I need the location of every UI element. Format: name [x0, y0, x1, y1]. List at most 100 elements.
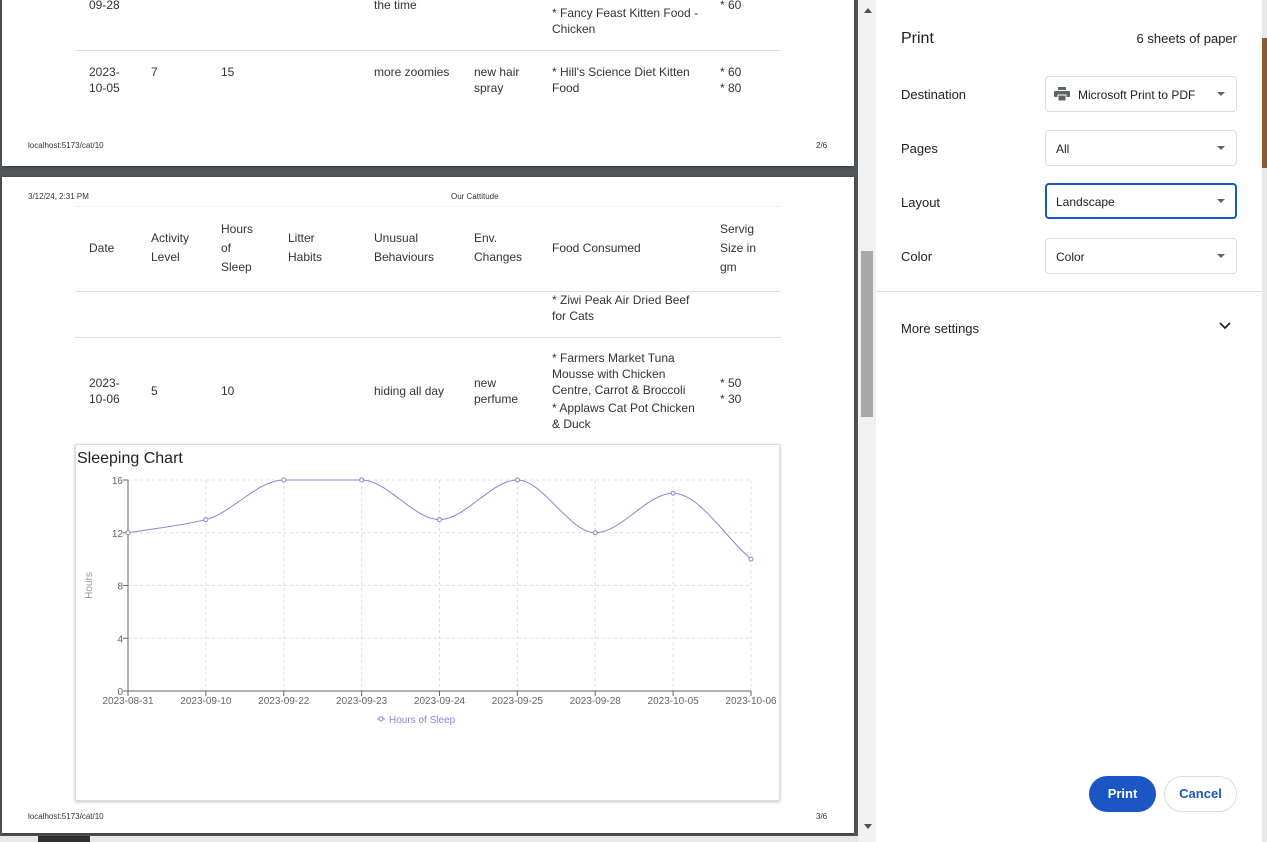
next-page-peek: [0, 836, 876, 842]
page-footer-number: 3/6: [816, 812, 828, 821]
scroll-up-arrow-icon[interactable]: [864, 8, 872, 13]
y-tick-label: 8: [117, 582, 123, 593]
destination-select[interactable]: Microsoft Print to PDF: [1045, 76, 1237, 112]
col-header-behaviours: Unusual Behaviours: [374, 231, 435, 264]
color-select[interactable]: Color: [1045, 238, 1237, 274]
data-point: [670, 490, 676, 496]
line-chart: 04812162023-08-31 2023-09-10 2023-09-22 202…: [84, 476, 777, 726]
row-activity: 5: [151, 384, 158, 398]
layout-value: Landscape: [1056, 195, 1115, 209]
data-point: [748, 556, 754, 562]
row-serving-1: * 60: [720, 65, 742, 79]
dropdown-caret-icon: [1217, 254, 1225, 258]
more-settings-toggle[interactable]: More settings: [901, 321, 979, 336]
dropdown-caret-icon: [1217, 146, 1225, 150]
color-label: Color: [901, 249, 933, 264]
chevron-down-icon[interactable]: [1219, 322, 1231, 330]
legend-marker: [378, 716, 384, 722]
background-window-edge: [1262, 0, 1267, 842]
layout-select[interactable]: Landscape: [1045, 183, 1237, 219]
dropdown-caret-icon: [1217, 199, 1225, 203]
x-tick-label: 2023-09-28: [570, 696, 622, 707]
scroll-down-arrow-icon[interactable]: [864, 824, 872, 829]
x-tick-label: 2023-10-06: [725, 696, 777, 707]
data-point: [203, 517, 209, 523]
data-point: [125, 530, 131, 536]
col-header-litter: Litter Habits: [288, 231, 323, 264]
destination-label: Destination: [901, 87, 967, 102]
row-food: * Hill's Science Diet Kitten Food: [552, 65, 690, 95]
row-env: new hair spray: [474, 65, 520, 95]
pages-value: All: [1056, 142, 1070, 156]
x-tick-label: 2023-09-22: [258, 696, 310, 707]
col-header-serving: Servig Size in gm: [720, 222, 757, 274]
row-date: 2023-10-06: [89, 376, 120, 406]
row-sleep: 15: [221, 65, 235, 79]
row-sleep: 10: [221, 384, 235, 398]
prev-row-serving: * 60: [720, 0, 742, 12]
y-tick-label: 12: [112, 529, 124, 540]
page-footer-url: localhost:5173/cat/10: [28, 812, 104, 821]
page-header-title: Our Cattitude: [451, 192, 499, 201]
x-tick-label: 2023-09-10: [180, 696, 232, 707]
print-settings-panel: Print 6 sheets of paper Destination Micr…: [876, 0, 1262, 842]
scroll-thumb[interactable]: [861, 251, 873, 417]
col-header-food: Food Consumed: [552, 241, 641, 255]
row-activity: 7: [151, 65, 158, 79]
data-point: [281, 477, 287, 483]
page-footer-url: localhost:5173/cat/10: [28, 141, 104, 150]
prev-row-behaviours: the time: [374, 0, 417, 12]
preview-page-3: 3/12/24, 2:31 PM Our Cattitude Date Acti…: [2, 177, 854, 833]
prev-row-date: 09-28: [89, 0, 120, 12]
row-behaviours: hiding all day: [374, 384, 445, 398]
data-point: [359, 477, 365, 483]
row-serving-1: * 50: [720, 376, 742, 390]
preview-scrollbar[interactable]: [858, 0, 876, 842]
x-tick-label: 2023-09-25: [492, 696, 544, 707]
x-tick-label: 2023-08-31: [102, 696, 154, 707]
row-serving-2: * 30: [720, 392, 742, 406]
col-header-env: Env. Changes: [474, 231, 523, 264]
col-header-activity: Activity Level: [151, 231, 190, 264]
dropdown-caret-icon: [1217, 92, 1225, 96]
preview-page-2: 09-28 the time * Fancy Feast Kitten Food…: [2, 0, 854, 166]
row-env: new perfume: [474, 376, 519, 406]
data-point: [514, 477, 520, 483]
sleeping-chart: Sleeping Chart 0 4 8 12 16 2023-08-31 2023-09-…: [75, 444, 780, 801]
cancel-button[interactable]: Cancel: [1164, 776, 1237, 812]
col-header-date: Date: [89, 241, 115, 255]
pages-select[interactable]: All: [1045, 130, 1237, 166]
legend-label: Hours of Sleep: [389, 715, 456, 726]
y-axis-label: Hours: [84, 572, 95, 599]
destination-value: Microsoft Print to PDF: [1078, 88, 1196, 102]
x-tick-label: 2023-09-23: [336, 696, 388, 707]
color-value: Color: [1056, 250, 1085, 264]
cont-food: * Ziwi Peak Air Dried Beef for Cats: [552, 293, 690, 323]
row-food-1: * Farmers Market Tuna Mousse with Chicke…: [552, 351, 686, 397]
layout-label: Layout: [901, 195, 941, 210]
header-divider: [75, 206, 781, 207]
row-serving-2: * 80: [720, 81, 742, 95]
data-point: [592, 530, 598, 536]
table-row-divider: [75, 337, 781, 338]
printer-icon: [1054, 87, 1070, 101]
page-footer-number: 2/6: [816, 141, 828, 150]
print-preview: 09-28 the time * Fancy Feast Kitten Food…: [0, 0, 876, 842]
prev-row-food: * Fancy Feast Kitten Food - Chicken: [552, 6, 699, 36]
print-button[interactable]: Print: [1089, 776, 1156, 812]
x-tick-label: 2023-09-24: [414, 696, 466, 707]
pages-label: Pages: [901, 141, 938, 156]
col-header-sleep: Hours of Sleep: [221, 222, 254, 274]
x-tick-label: 2023-10-05: [648, 696, 700, 707]
data-point: [437, 517, 442, 523]
row-behaviours: more zoomies: [374, 65, 450, 79]
y-tick-label: 16: [112, 476, 124, 487]
row-food-2: * Applaws Cat Pot Chicken & Duck: [552, 401, 695, 431]
sheet-count: 6 sheets of paper: [1136, 31, 1237, 46]
row-date: 2023-10-05: [89, 65, 120, 95]
page-header-datetime: 3/12/24, 2:31 PM: [28, 192, 89, 201]
dialog-title: Print: [901, 30, 934, 47]
y-tick-label: 4: [117, 634, 123, 645]
settings-divider: [876, 291, 1262, 292]
table-row-divider: [75, 50, 781, 51]
